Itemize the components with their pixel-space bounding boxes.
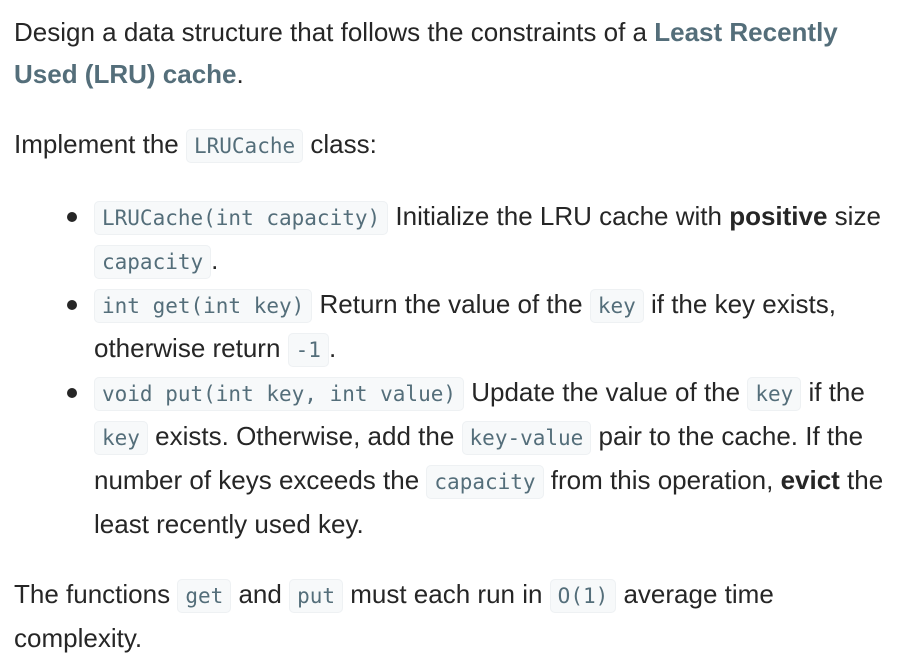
get-code: get xyxy=(177,579,232,613)
implement-paragraph: Implement the LRUCache class: xyxy=(14,123,904,167)
put-text-5: from this operation, xyxy=(543,465,781,495)
list-item-put: void put(int key, int value) Update the … xyxy=(67,371,904,545)
implement-pre: Implement the xyxy=(14,129,186,159)
put-text-2: if the xyxy=(801,377,865,407)
constructor-text-3: . xyxy=(211,245,219,275)
key-code: key xyxy=(94,421,148,455)
final-text-2: and xyxy=(231,579,290,609)
complexity-paragraph: The functions get and put must each run … xyxy=(14,573,904,659)
constructor-signature-code: LRUCache(int capacity) xyxy=(94,201,389,235)
problem-description: Design a data structure that follows the… xyxy=(14,11,904,659)
key-code: key xyxy=(589,289,644,323)
final-text-1: The functions xyxy=(14,579,178,609)
get-text-3: . xyxy=(328,333,337,363)
capacity-code: capacity xyxy=(94,245,212,279)
intro-text: Design a data structure that follows the… xyxy=(14,17,655,47)
capacity-code: capacity xyxy=(426,465,544,499)
evict-bold: evict xyxy=(780,465,840,495)
put-text-3: exists. Otherwise, add the xyxy=(147,421,462,451)
get-signature-code: int get(int key) xyxy=(94,289,313,323)
put-code: put xyxy=(289,579,344,613)
positive-bold: positive xyxy=(729,201,828,231)
constructor-text-1: Initialize the LRU cache with xyxy=(388,201,730,231)
bullet-icon xyxy=(67,388,77,398)
minus-one-code: -1 xyxy=(287,333,329,367)
list-item-get: int get(int key) Return the value of the… xyxy=(67,283,904,371)
constructor-text-2: size xyxy=(827,201,881,231)
intro-paragraph: Design a data structure that follows the… xyxy=(14,11,904,95)
method-list: LRUCache(int capacity) Initialize the LR… xyxy=(14,195,904,545)
get-text-1: Return the value of the xyxy=(312,289,590,319)
put-text-1: Update the value of the xyxy=(464,377,748,407)
class-name-code: LRUCache xyxy=(185,129,304,163)
key-code: key xyxy=(747,377,802,411)
intro-end: . xyxy=(236,59,244,89)
o1-code: O(1) xyxy=(549,579,617,613)
bullet-icon xyxy=(67,212,77,222)
implement-post: class: xyxy=(303,129,377,159)
bullet-icon xyxy=(67,300,77,310)
final-text-3: must each run in xyxy=(343,579,550,609)
put-signature-code: void put(int key, int value) xyxy=(94,377,465,411)
key-value-code: key-value xyxy=(461,421,592,455)
list-item-constructor: LRUCache(int capacity) Initialize the LR… xyxy=(67,195,904,283)
